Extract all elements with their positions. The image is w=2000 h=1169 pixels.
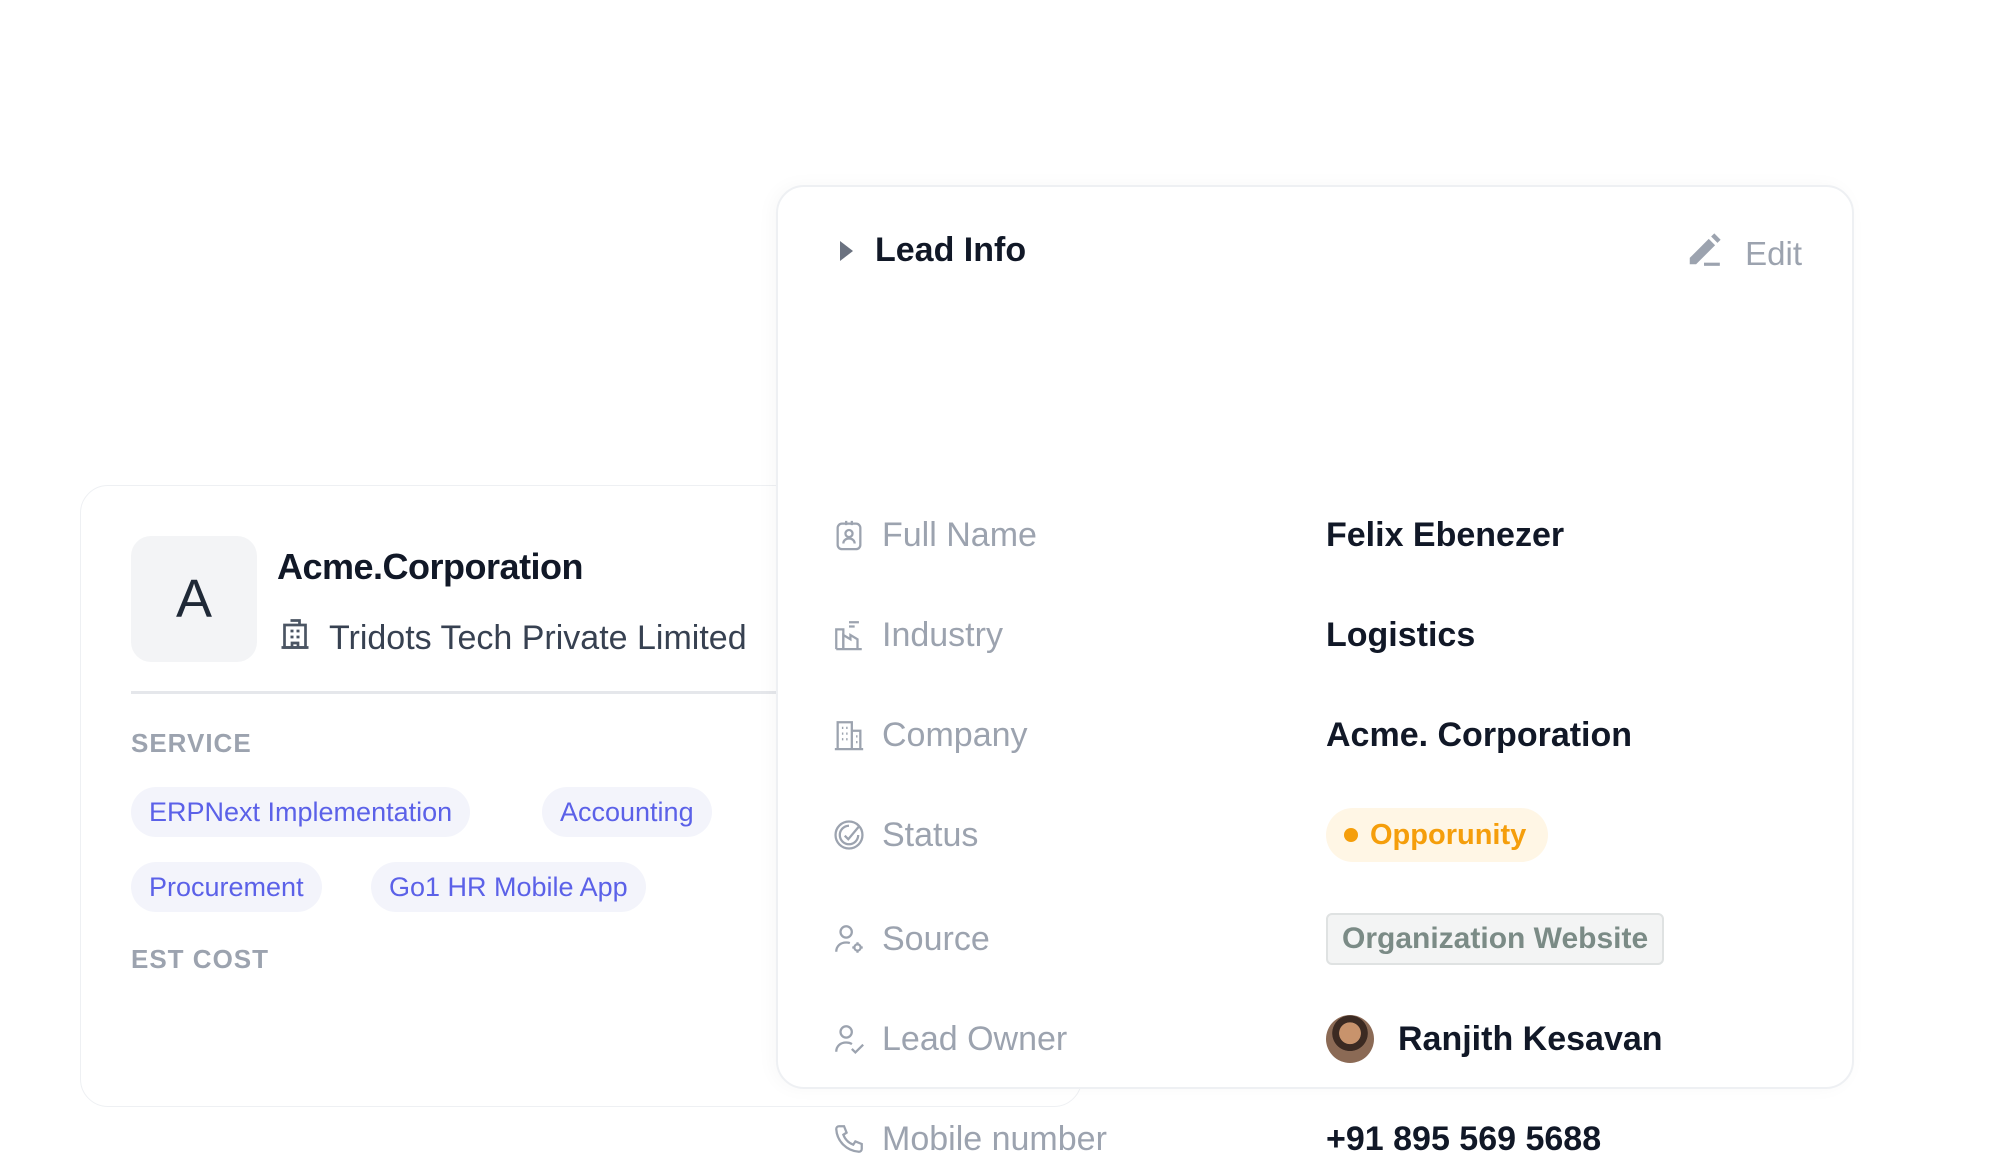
status-gauge-icon (830, 816, 868, 854)
lead-info-card: Lead Info Edit Full Name Felix Ebenezer … (776, 185, 1854, 1158)
caret-right-icon (840, 240, 853, 261)
service-tag[interactable]: Accounting (542, 787, 712, 837)
company-value[interactable]: Acme. Corporation (1326, 716, 1632, 755)
org-name: Acme.Corporation (277, 546, 584, 587)
source-label: Source (882, 919, 990, 958)
full-name-value[interactable]: Felix Ebenezer (1326, 516, 1564, 555)
id-badge-icon (830, 516, 868, 554)
mobile-label: Mobile number (882, 1119, 1107, 1158)
org-avatar-letter: A (175, 569, 213, 629)
service-label: SERVICE (131, 728, 252, 758)
industry-label: Industry (882, 615, 1003, 654)
edit-label: Edit (1745, 235, 1802, 272)
service-tag[interactable]: Procurement (131, 862, 322, 912)
status-dot (1344, 828, 1358, 842)
avatar (1326, 1015, 1374, 1063)
lead-info-toggle[interactable]: Lead Info (834, 231, 1026, 270)
company-label: Company (882, 715, 1028, 754)
field-row-mobile: Mobile number +91 895 569 5688 (830, 1109, 1810, 1169)
field-row-status: Status Opporunity (830, 805, 1810, 865)
org-company-name: Tridots Tech Private Limited (329, 619, 747, 657)
office-building-icon (277, 616, 313, 661)
phone-icon (830, 1120, 868, 1158)
field-row-industry: Industry Logistics (830, 605, 1810, 665)
pencil-icon (1685, 231, 1723, 277)
industry-value[interactable]: Logistics (1326, 616, 1475, 655)
org-company-row: Tridots Tech Private Limited (277, 616, 747, 661)
lead-info-title: Lead Info (875, 231, 1027, 269)
full-name-label: Full Name (882, 515, 1037, 554)
edit-button[interactable]: Edit (1685, 231, 1802, 277)
user-gear-icon (830, 920, 868, 958)
source-tag[interactable]: Organization Website (1326, 913, 1665, 965)
status-value: Opporunity (1370, 818, 1527, 851)
mobile-value[interactable]: +91 895 569 5688 (1326, 1120, 1601, 1159)
lead-owner-label: Lead Owner (882, 1019, 1068, 1058)
field-row-lead-owner: Lead Owner Ranjith Kesavan (830, 1009, 1810, 1069)
org-avatar: A (131, 536, 257, 662)
user-check-icon (830, 1020, 868, 1058)
building-icon (830, 716, 868, 754)
status-badge[interactable]: Opporunity (1326, 808, 1549, 862)
field-row-company: Company Acme. Corporation (830, 705, 1810, 765)
field-row-full-name: Full Name Felix Ebenezer (830, 505, 1810, 565)
est-cost-label: EST COST (131, 944, 270, 974)
service-tag[interactable]: ERPNext Implementation (131, 787, 471, 837)
field-row-source: Source Organization Website (830, 909, 1810, 969)
factory-icon (830, 616, 868, 654)
lead-owner-value[interactable]: Ranjith Kesavan (1326, 1015, 1663, 1063)
status-label: Status (882, 815, 979, 854)
lead-owner-name: Ranjith Kesavan (1398, 1019, 1663, 1058)
service-tag[interactable]: Go1 HR Mobile App (371, 862, 646, 912)
